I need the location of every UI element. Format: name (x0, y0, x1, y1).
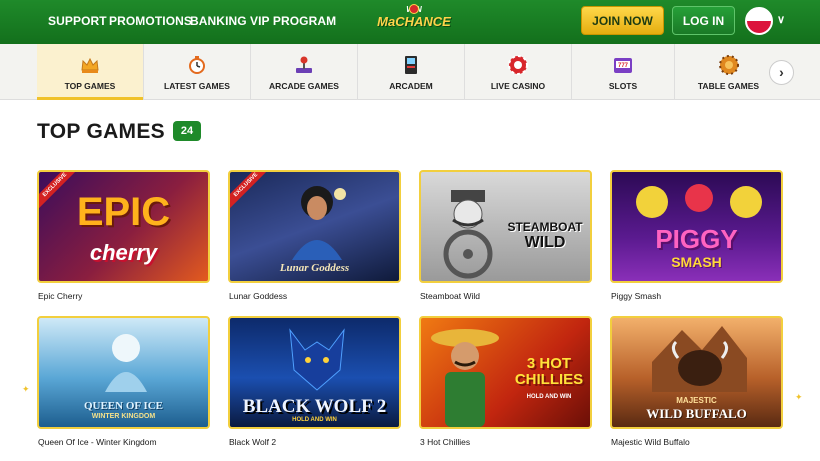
game-title[interactable]: Queen Of Ice - Winter Kingdom (38, 437, 157, 447)
game-title[interactable]: 3 Hot Chillies (420, 437, 470, 447)
poland-flag-icon[interactable] (745, 7, 773, 35)
game-art-title: Lunar Goddess (279, 262, 350, 274)
game-card-3-hot-chillies[interactable]: 3 HOT CHILLIES HOLD AND WIN (419, 316, 592, 429)
crown-icon (81, 57, 99, 73)
tab-label: TABLE GAMES (697, 81, 760, 91)
ice-queen-icon (105, 334, 147, 392)
game-art-subtitle: WILD (524, 234, 566, 251)
tab-live-casino[interactable]: LIVE CASINO (465, 44, 572, 100)
chip-logo-icon (409, 4, 419, 14)
tab-table-games[interactable]: TABLE GAMES (675, 44, 782, 100)
roulette-chip-icon (508, 55, 528, 75)
top-header: SUPPORT PROMOTIONS BANKING VIP PROGRAM W… (0, 0, 820, 44)
game-art-subtitle: HOLD AND WIN (292, 417, 337, 423)
game-title[interactable]: Epic Cherry (38, 291, 82, 301)
game-card-piggy-smash[interactable]: PIGGY SMASH (610, 170, 783, 283)
tab-label: SLOTS (608, 81, 638, 91)
join-now-button[interactable]: JOIN NOW (581, 6, 664, 35)
game-card-queen-of-ice[interactable]: QUEEN OF ICE WINTER KINGDOM (37, 316, 210, 429)
tab-top-games[interactable]: TOP GAMES (37, 44, 144, 100)
game-art-title: EPIC (76, 190, 171, 234)
buffalo-icon (652, 326, 747, 392)
game-card-lunar-goddess[interactable]: EXCLUSIVE Lunar Goddess (228, 170, 401, 283)
nav-support[interactable]: SUPPORT (48, 14, 107, 28)
game-card-majestic-wild-buffalo[interactable]: MAJESTIC WILD BUFFALO (610, 316, 783, 429)
tab-slots[interactable]: 777 SLOTS (572, 44, 675, 100)
game-art-title: MAJESTIC (676, 396, 717, 405)
joystick-icon (296, 56, 312, 73)
goddess-portrait-icon (292, 186, 346, 260)
game-card-black-wolf-2[interactable]: BLACK WOLF 2 HOLD AND WIN (228, 316, 401, 429)
tab-label: ARCADE GAMES (269, 81, 339, 91)
sparkle-icon: ✦ (22, 384, 30, 394)
chevron-down-icon[interactable]: ∨ (777, 13, 785, 26)
slot-machine-icon: 777 (614, 58, 632, 73)
game-art-title: QUEEN OF ICE (83, 400, 164, 412)
tab-arcadem[interactable]: ARCADEM (358, 44, 465, 100)
category-tabs: TOP GAMES LATEST GAMES ARCADE GAMES ARCA… (0, 44, 820, 100)
svg-text:777: 777 (618, 63, 629, 69)
games-count-badge: 24 (173, 121, 201, 141)
casino-chip-icon (718, 55, 739, 75)
game-card-steamboat-wild[interactable]: STEAMBOAT WILD (419, 170, 592, 283)
tab-label: LATEST GAMES (164, 81, 230, 91)
site-logo[interactable]: WIN MaCHANCE (376, 2, 452, 42)
exclusive-badge: EXCLUSIVE (230, 172, 271, 210)
chevron-right-icon: › (779, 64, 784, 80)
log-in-button[interactable]: LOG IN (672, 6, 735, 35)
page-title: TOP GAMES (37, 120, 165, 143)
nav-banking[interactable]: BANKING (190, 14, 247, 28)
game-art-subtitle: cherry (89, 240, 158, 265)
nav-promotions[interactable]: PROMOTIONS (109, 14, 192, 28)
arcade-cabinet-icon (405, 56, 417, 74)
tab-arcade-games[interactable]: ARCADE GAMES (251, 44, 358, 100)
game-art-title: PIGGY (655, 224, 738, 254)
game-title[interactable]: Black Wolf 2 (229, 437, 276, 447)
tabs-next-button[interactable]: › (769, 60, 794, 85)
game-art-title: 3 HOT CHILLIES (514, 355, 584, 388)
captain-wheel-icon (443, 190, 493, 279)
game-title[interactable]: Majestic Wild Buffalo (611, 437, 690, 447)
wolf-icon (289, 328, 345, 391)
nav-vip-program[interactable]: VIP PROGRAM (250, 14, 336, 28)
game-art-title: BLACK WOLF 2 (242, 396, 387, 417)
game-title[interactable]: Lunar Goddess (229, 291, 287, 301)
game-art-subtitle: SMASH (671, 254, 722, 270)
mariachi-icon (431, 329, 499, 427)
game-art-subtitle: WILD BUFFALO (646, 406, 747, 421)
tab-label: LIVE CASINO (490, 81, 546, 91)
game-art-title: STEAMBOAT (507, 220, 583, 234)
game-art-subtitle: WINTER KINGDOM (91, 413, 156, 420)
game-title[interactable]: Piggy Smash (611, 291, 661, 301)
tab-latest-games[interactable]: LATEST GAMES (144, 44, 251, 100)
sparkle-icon: ✦ (795, 392, 803, 402)
tab-label: ARCADEM (389, 81, 433, 91)
stopwatch-icon (189, 56, 205, 74)
game-title[interactable]: Steamboat Wild (420, 291, 480, 301)
logo-main-text: MaCHANCE (377, 14, 451, 29)
game-art-subtitle: HOLD AND WIN (526, 394, 572, 400)
game-card-epic-cherry[interactable]: EXCLUSIVE EPIC cherry (37, 170, 210, 283)
piggy-characters-icon (636, 184, 762, 218)
tab-label: TOP GAMES (64, 81, 116, 91)
